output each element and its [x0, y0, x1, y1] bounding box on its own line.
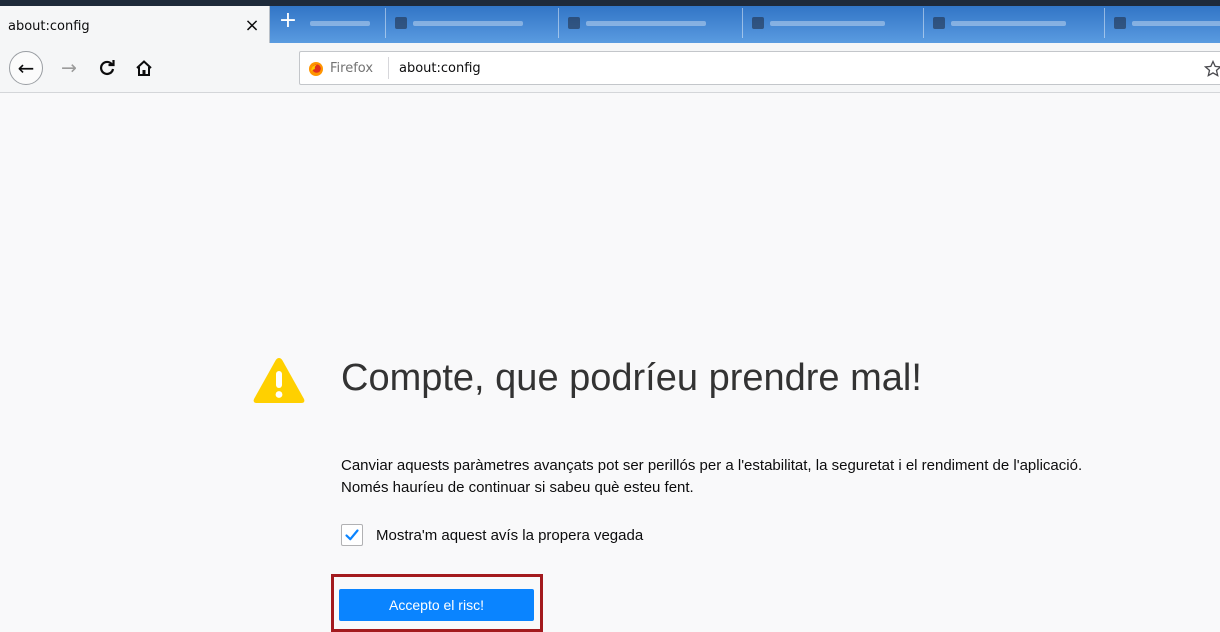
tab-favicon — [933, 17, 945, 29]
checkmark-icon — [345, 529, 359, 541]
identity-label[interactable]: Firefox — [330, 61, 373, 76]
forward-arrow-icon: → — [61, 57, 77, 79]
accept-risk-button[interactable]: Accepto el risc! — [339, 589, 534, 621]
background-tab[interactable] — [304, 8, 386, 38]
show-warning-checkbox[interactable] — [341, 524, 363, 546]
tab-favicon — [568, 17, 580, 29]
back-arrow-icon: ← — [17, 56, 35, 80]
tab-title-blurred — [770, 21, 885, 26]
tab-title-blurred — [1132, 21, 1220, 26]
background-tab[interactable] — [387, 8, 559, 38]
tab-title-blurred — [413, 21, 523, 26]
warning-description: Canviar aquests paràmetres avançats pot … — [341, 455, 1211, 499]
new-tab-button[interactable]: + — [276, 10, 300, 34]
show-warning-option[interactable]: Mostra'm aquest avís la propera vegada — [341, 524, 643, 546]
url-bar[interactable]: Firefox about:config — [299, 51, 1220, 85]
background-tab[interactable] — [925, 8, 1105, 38]
background-tab[interactable] — [744, 8, 924, 38]
tab-favicon — [395, 17, 407, 29]
description-line: Canviar aquests paràmetres avançats pot … — [341, 457, 1083, 474]
home-button[interactable] — [131, 55, 157, 81]
firefox-logo-icon — [309, 62, 323, 76]
warning-triangle-icon — [253, 358, 305, 403]
tab-favicon — [752, 17, 764, 29]
back-button[interactable]: ← — [9, 51, 43, 85]
reload-button[interactable] — [94, 55, 120, 81]
show-warning-label[interactable]: Mostra'm aquest avís la propera vegada — [376, 527, 643, 544]
url-text[interactable]: about:config — [399, 61, 481, 76]
close-icon[interactable]: × — [241, 15, 263, 37]
background-tab[interactable] — [560, 8, 743, 38]
description-line: Només hauríeu de continuar si sabeu què … — [341, 479, 694, 496]
background-tab[interactable] — [1106, 8, 1220, 38]
reload-icon — [100, 60, 115, 76]
tab-strip: about:config × + — [0, 0, 1220, 43]
tab-title: about:config — [8, 19, 90, 34]
navigation-toolbar: ← → Firefox about:config — [0, 43, 1220, 93]
forward-button[interactable]: → — [56, 55, 82, 81]
tab-title-blurred — [586, 21, 706, 26]
home-icon — [136, 60, 152, 76]
page-title: Compte, que podríeu prendre mal! — [341, 357, 922, 399]
tab-about-config[interactable]: about:config × — [0, 6, 270, 43]
tab-title-blurred — [310, 21, 370, 26]
url-bar-separator — [388, 57, 389, 79]
tab-title-blurred — [951, 21, 1066, 26]
tab-favicon — [1114, 17, 1126, 29]
bookmark-star-icon[interactable] — [1204, 60, 1220, 78]
